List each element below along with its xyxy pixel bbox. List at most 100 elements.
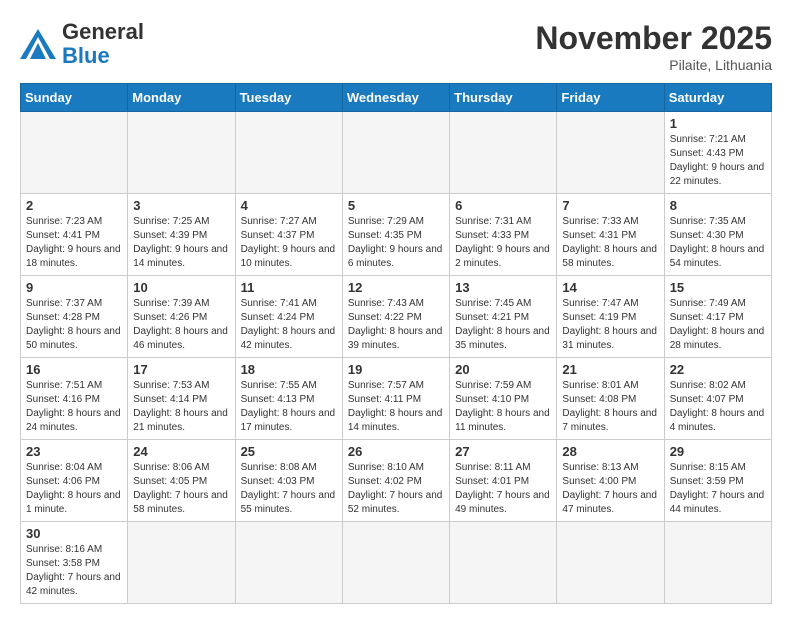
page-header: GeneralBlue November 2025 Pilaite, Lithu…	[20, 20, 772, 73]
day-info: Sunrise: 8:08 AM Sunset: 4:03 PM Dayligh…	[241, 461, 337, 517]
calendar-cell: 22Sunrise: 8:02 AM Sunset: 4:07 PM Dayli…	[664, 358, 771, 440]
day-info: Sunrise: 8:13 AM Sunset: 4:00 PM Dayligh…	[562, 461, 658, 517]
day-number: 6	[455, 198, 551, 213]
day-info: Sunrise: 7:49 AM Sunset: 4:17 PM Dayligh…	[670, 297, 766, 353]
logo: GeneralBlue	[20, 20, 144, 68]
calendar-cell: 1Sunrise: 7:21 AM Sunset: 4:43 PM Daylig…	[664, 112, 771, 194]
day-number: 24	[133, 444, 229, 459]
calendar-cell: 8Sunrise: 7:35 AM Sunset: 4:30 PM Daylig…	[664, 194, 771, 276]
calendar-cell	[450, 112, 557, 194]
day-number: 3	[133, 198, 229, 213]
calendar-cell	[557, 112, 664, 194]
calendar-cell	[235, 522, 342, 604]
calendar-cell	[235, 112, 342, 194]
day-number: 29	[670, 444, 766, 459]
day-info: Sunrise: 8:01 AM Sunset: 4:08 PM Dayligh…	[562, 379, 658, 435]
calendar-cell: 10 Sunrise: 7:39 AM Sunset: 4:26 PM Dayli…	[128, 276, 235, 358]
week-row-4: 16Sunrise: 7:51 AM Sunset: 4:16 PM Dayli…	[21, 358, 772, 440]
day-info: Sunrise: 7:47 AM Sunset: 4:19 PM Dayligh…	[562, 297, 658, 353]
day-number: 2	[26, 198, 122, 213]
week-row-6: 30Sunrise: 8:16 AM Sunset: 3:58 PM Dayli…	[21, 522, 772, 604]
calendar-cell	[21, 112, 128, 194]
calendar-cell: 6 Sunrise: 7:31 AM Sunset: 4:33 PM Daylig…	[450, 194, 557, 276]
day-number: 12	[348, 280, 444, 295]
calendar-cell: 16Sunrise: 7:51 AM Sunset: 4:16 PM Dayli…	[21, 358, 128, 440]
calendar-cell: 25Sunrise: 8:08 AM Sunset: 4:03 PM Dayli…	[235, 440, 342, 522]
day-number: 21	[562, 362, 658, 377]
calendar-cell: 15 Sunrise: 7:49 AM Sunset: 4:17 PM Dayli…	[664, 276, 771, 358]
calendar-cell: 27 Sunrise: 8:11 AM Sunset: 4:01 PM Dayli…	[450, 440, 557, 522]
calendar-cell: 4Sunrise: 7:27 AM Sunset: 4:37 PM Daylig…	[235, 194, 342, 276]
logo-text: GeneralBlue	[62, 20, 144, 68]
calendar-cell: 26 Sunrise: 8:10 AM Sunset: 4:02 PM Dayli…	[342, 440, 449, 522]
calendar-cell: 29Sunrise: 8:15 AM Sunset: 3:59 PM Dayli…	[664, 440, 771, 522]
day-number: 9	[26, 280, 122, 295]
day-number: 13	[455, 280, 551, 295]
calendar-cell	[557, 522, 664, 604]
day-info: Sunrise: 8:06 AM Sunset: 4:05 PM Dayligh…	[133, 461, 229, 517]
day-number: 10	[133, 280, 229, 295]
day-number: 19	[348, 362, 444, 377]
calendar-cell: 30Sunrise: 8:16 AM Sunset: 3:58 PM Dayli…	[21, 522, 128, 604]
day-number: 11	[241, 280, 337, 295]
day-number: 28	[562, 444, 658, 459]
weekday-header-tuesday: Tuesday	[235, 84, 342, 112]
day-info: Sunrise: 8:11 AM Sunset: 4:01 PM Dayligh…	[455, 461, 551, 517]
day-number: 4	[241, 198, 337, 213]
calendar-cell: 19 Sunrise: 7:57 AM Sunset: 4:11 PM Dayli…	[342, 358, 449, 440]
calendar-cell: 12 Sunrise: 7:43 AM Sunset: 4:22 PM Dayli…	[342, 276, 449, 358]
calendar-cell	[450, 522, 557, 604]
weekday-header-saturday: Saturday	[664, 84, 771, 112]
calendar-cell: 18 Sunrise: 7:55 AM Sunset: 4:13 PM Dayli…	[235, 358, 342, 440]
day-info: Sunrise: 7:39 AM Sunset: 4:26 PM Dayligh…	[133, 297, 229, 353]
weekday-header-thursday: Thursday	[450, 84, 557, 112]
day-info: Sunrise: 7:59 AM Sunset: 4:10 PM Dayligh…	[455, 379, 551, 435]
calendar-cell	[342, 112, 449, 194]
weekday-header-row: SundayMondayTuesdayWednesdayThursdayFrid…	[21, 84, 772, 112]
week-row-5: 23Sunrise: 8:04 AM Sunset: 4:06 PM Dayli…	[21, 440, 772, 522]
day-number: 18	[241, 362, 337, 377]
calendar-cell	[128, 112, 235, 194]
day-number: 26	[348, 444, 444, 459]
calendar-cell: 13Sunrise: 7:45 AM Sunset: 4:21 PM Dayli…	[450, 276, 557, 358]
calendar-cell: 23Sunrise: 8:04 AM Sunset: 4:06 PM Dayli…	[21, 440, 128, 522]
calendar-cell: 11 Sunrise: 7:41 AM Sunset: 4:24 PM Dayli…	[235, 276, 342, 358]
location: Pilaite, Lithuania	[535, 57, 772, 73]
day-info: Sunrise: 7:35 AM Sunset: 4:30 PM Dayligh…	[670, 215, 766, 271]
weekday-header-monday: Monday	[128, 84, 235, 112]
day-number: 17	[133, 362, 229, 377]
logo-icon	[20, 29, 56, 59]
day-info: Sunrise: 8:16 AM Sunset: 3:58 PM Dayligh…	[26, 543, 122, 599]
week-row-1: 1Sunrise: 7:21 AM Sunset: 4:43 PM Daylig…	[21, 112, 772, 194]
day-number: 27	[455, 444, 551, 459]
calendar-cell: 17 Sunrise: 7:53 AM Sunset: 4:14 PM Dayli…	[128, 358, 235, 440]
calendar-cell: 24 Sunrise: 8:06 AM Sunset: 4:05 PM Dayli…	[128, 440, 235, 522]
calendar-cell: 9Sunrise: 7:37 AM Sunset: 4:28 PM Daylig…	[21, 276, 128, 358]
calendar-cell: 28 Sunrise: 8:13 AM Sunset: 4:00 PM Dayli…	[557, 440, 664, 522]
calendar-cell	[342, 522, 449, 604]
day-info: Sunrise: 8:02 AM Sunset: 4:07 PM Dayligh…	[670, 379, 766, 435]
calendar-cell: 20 Sunrise: 7:59 AM Sunset: 4:10 PM Dayli…	[450, 358, 557, 440]
day-info: Sunrise: 7:55 AM Sunset: 4:13 PM Dayligh…	[241, 379, 337, 435]
day-info: Sunrise: 7:41 AM Sunset: 4:24 PM Dayligh…	[241, 297, 337, 353]
calendar-cell: 7Sunrise: 7:33 AM Sunset: 4:31 PM Daylig…	[557, 194, 664, 276]
day-info: Sunrise: 8:04 AM Sunset: 4:06 PM Dayligh…	[26, 461, 122, 517]
day-info: Sunrise: 7:25 AM Sunset: 4:39 PM Dayligh…	[133, 215, 229, 271]
calendar-table: SundayMondayTuesdayWednesdayThursdayFrid…	[20, 83, 772, 604]
calendar-cell	[128, 522, 235, 604]
day-number: 20	[455, 362, 551, 377]
day-number: 14	[562, 280, 658, 295]
weekday-header-wednesday: Wednesday	[342, 84, 449, 112]
day-info: Sunrise: 7:53 AM Sunset: 4:14 PM Dayligh…	[133, 379, 229, 435]
day-info: Sunrise: 7:31 AM Sunset: 4:33 PM Dayligh…	[455, 215, 551, 271]
calendar-cell	[664, 522, 771, 604]
title-block: November 2025 Pilaite, Lithuania	[535, 20, 772, 73]
day-number: 15	[670, 280, 766, 295]
day-info: Sunrise: 7:43 AM Sunset: 4:22 PM Dayligh…	[348, 297, 444, 353]
day-info: Sunrise: 7:23 AM Sunset: 4:41 PM Dayligh…	[26, 215, 122, 271]
day-number: 16	[26, 362, 122, 377]
calendar-cell: 21 Sunrise: 8:01 AM Sunset: 4:08 PM Dayli…	[557, 358, 664, 440]
day-info: Sunrise: 7:57 AM Sunset: 4:11 PM Dayligh…	[348, 379, 444, 435]
day-info: Sunrise: 8:10 AM Sunset: 4:02 PM Dayligh…	[348, 461, 444, 517]
day-info: Sunrise: 7:33 AM Sunset: 4:31 PM Dayligh…	[562, 215, 658, 271]
